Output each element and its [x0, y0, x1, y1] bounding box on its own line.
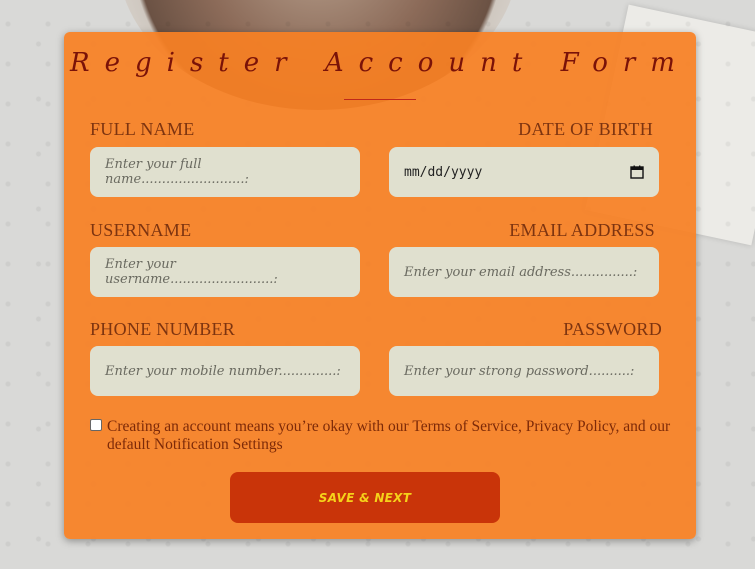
dob-label: DATE OF BIRTH — [518, 119, 653, 139]
password-input[interactable]: Enter your strong password..........: — [389, 346, 659, 396]
register-form-card: Register Account Form FULL NAME DATE OF … — [64, 32, 696, 539]
save-next-button[interactable]: SAVE & NEXT — [230, 472, 500, 523]
full-name-label: FULL NAME — [90, 119, 195, 139]
phone-label: PHONE NUMBER — [90, 319, 236, 339]
dob-input[interactable]: mm/dd/yyyy — [389, 147, 659, 197]
username-label: USERNAME — [90, 220, 192, 240]
terms-text: Creating an account means you’re okay wi… — [107, 418, 671, 453]
calendar-icon[interactable] — [630, 165, 644, 179]
password-label: PASSWORD — [563, 319, 662, 339]
terms-checkbox[interactable] — [90, 419, 102, 431]
form-title: Register Account Form — [70, 48, 690, 78]
full-name-input[interactable]: Enter your full name....................… — [90, 147, 360, 197]
email-input[interactable]: Enter your email address...............: — [389, 247, 659, 297]
phone-input[interactable]: Enter your mobile number..............: — [90, 346, 360, 396]
dob-value: mm/dd/yyyy — [404, 164, 483, 180]
username-input[interactable]: Enter your username.....................… — [90, 247, 360, 297]
title-underline — [344, 99, 416, 100]
email-label: EMAIL ADDRESS — [509, 220, 655, 240]
